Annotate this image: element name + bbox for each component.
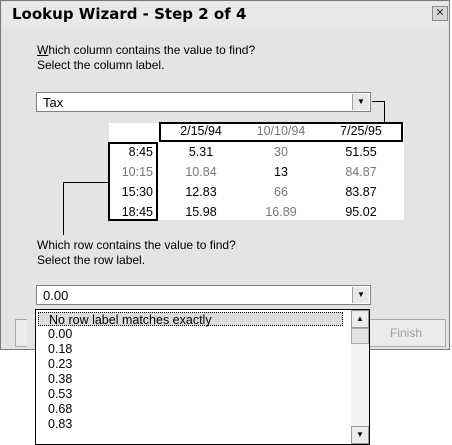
connector-line	[63, 182, 64, 235]
list-item[interactable]: No row label matches exactly	[38, 312, 343, 327]
list-item[interactable]: 0.83	[38, 417, 343, 431]
column-prompt-rest: hich column contains the value to find?	[48, 43, 256, 57]
list-item[interactable]: 0.68	[38, 402, 343, 416]
list-item[interactable]: 0.38	[38, 372, 343, 386]
row-select-dropdown[interactable]: No row label matches exactly 0.00 0.18 0…	[35, 309, 370, 445]
finish-button[interactable]: Finish	[366, 319, 446, 347]
window-title: Lookup Wizard - Step 2 of 4	[12, 5, 247, 23]
table-cell: 84.87	[345, 165, 377, 179]
column-prompt-line1: Which column contains the value to find?	[37, 43, 256, 57]
table-cell: 10.84	[185, 165, 217, 179]
header-highlight-box	[159, 122, 403, 142]
row-prompt-line2: Select the row label.	[37, 253, 146, 267]
table-cell: 12.83	[185, 185, 217, 199]
list-item[interactable]: 0.53	[38, 387, 343, 401]
row-label-highlight-box	[108, 142, 158, 221]
column-select[interactable]: Tax ▼	[36, 92, 371, 112]
list-item[interactable]: 0.00	[38, 327, 343, 341]
lookup-wizard-dialog: Lookup Wizard - Step 2 of 4 ✕ Which colu…	[0, 0, 450, 350]
close-icon[interactable]: ✕	[432, 6, 448, 21]
table-cell: 83.87	[345, 185, 377, 199]
connector-line	[372, 101, 384, 102]
chevron-down-icon[interactable]: ▼	[352, 94, 369, 110]
wizard-button[interactable]	[15, 319, 27, 347]
table-cell: 30	[274, 145, 288, 159]
connector-line	[63, 182, 109, 183]
table-cell: 16.89	[265, 205, 297, 219]
row-select-value: 0.00	[43, 288, 69, 303]
table-cell: 5.31	[188, 145, 214, 159]
scroll-up-icon[interactable]: ▲	[351, 310, 369, 328]
list-item[interactable]: 0.18	[38, 342, 343, 356]
row-prompt-line1: Which row contains the value to find?	[37, 238, 236, 252]
scrollbar-thumb[interactable]	[351, 328, 369, 344]
chevron-down-icon[interactable]: ▼	[352, 287, 369, 303]
table-cell: 15.98	[185, 205, 217, 219]
connector-line	[384, 101, 385, 123]
list-item[interactable]: 0.23	[38, 357, 343, 371]
table-cell: 51.55	[345, 145, 377, 159]
row-select[interactable]: 0.00 ▼	[36, 285, 371, 305]
column-prompt-line2: Select the column label.	[37, 58, 165, 72]
title-bar: Lookup Wizard - Step 2 of 4 ✕	[2, 2, 448, 27]
table-cell: 66	[274, 185, 288, 199]
scroll-down-icon[interactable]: ▼	[351, 426, 369, 444]
table-cell: 95.02	[345, 205, 377, 219]
table-cell: 13	[274, 165, 288, 179]
column-select-value: Tax	[43, 95, 64, 110]
